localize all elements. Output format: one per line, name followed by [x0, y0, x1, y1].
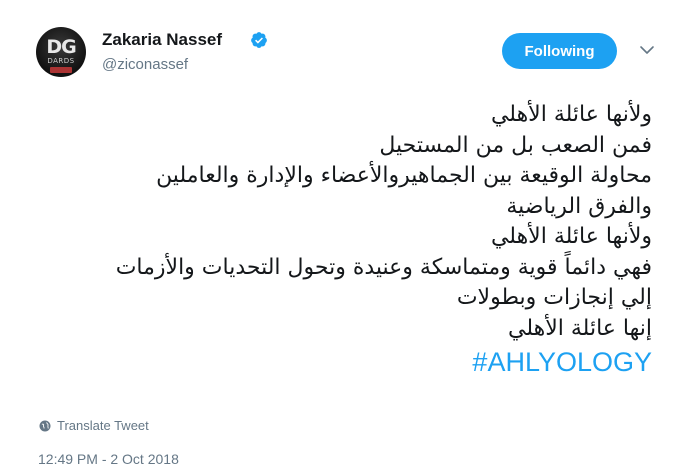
globe-icon [39, 420, 51, 431]
hashtag-link[interactable]: #AHLYOLOGY [40, 345, 652, 379]
following-button[interactable]: Following [502, 33, 617, 69]
tweet-timestamp[interactable]: 12:49 PM - 2 Oct 2018 [38, 451, 179, 467]
translate-tweet-label: Translate Tweet [57, 418, 149, 433]
verified-badge-icon [251, 32, 267, 48]
author-handle[interactable]: @ziconassef [102, 56, 188, 73]
tweet-line: والفرق الرياضية [506, 193, 652, 219]
avatar-logo-subtext: DARDS [47, 57, 75, 65]
tweet-text: ولأنها عائلة الأهلي فمن الصعب بل من المس… [40, 100, 652, 379]
tweet-line: إلي إنجازات وبطولات [456, 285, 652, 310]
tweet-line: محاولة الوقيعة بين الجماهيروالأعضاء والإ… [156, 163, 652, 188]
translate-tweet-link[interactable]: Translate Tweet [39, 418, 149, 433]
tweet-card: DG DARDS Zakaria Nassef @ziconassef Foll… [0, 0, 689, 471]
avatar[interactable]: DG DARDS [36, 27, 86, 77]
tweet-line: ولأنها عائلة الأهلي [490, 224, 652, 249]
avatar-logo-bar [50, 67, 72, 73]
author-name[interactable]: Zakaria Nassef [102, 30, 222, 50]
chevron-down-icon[interactable] [639, 44, 655, 56]
avatar-logo-text: DG [46, 36, 76, 58]
tweet-line: ولأنها عائلة الأهلي [490, 102, 652, 127]
tweet-line: إنها عائلة الأهلي [508, 315, 652, 341]
tweet-line: فهي دائماً قوية ومتماسكة وعنيدة وتحول ال… [115, 254, 652, 280]
tweet-line: فمن الصعب بل من المستحيل [379, 132, 652, 158]
